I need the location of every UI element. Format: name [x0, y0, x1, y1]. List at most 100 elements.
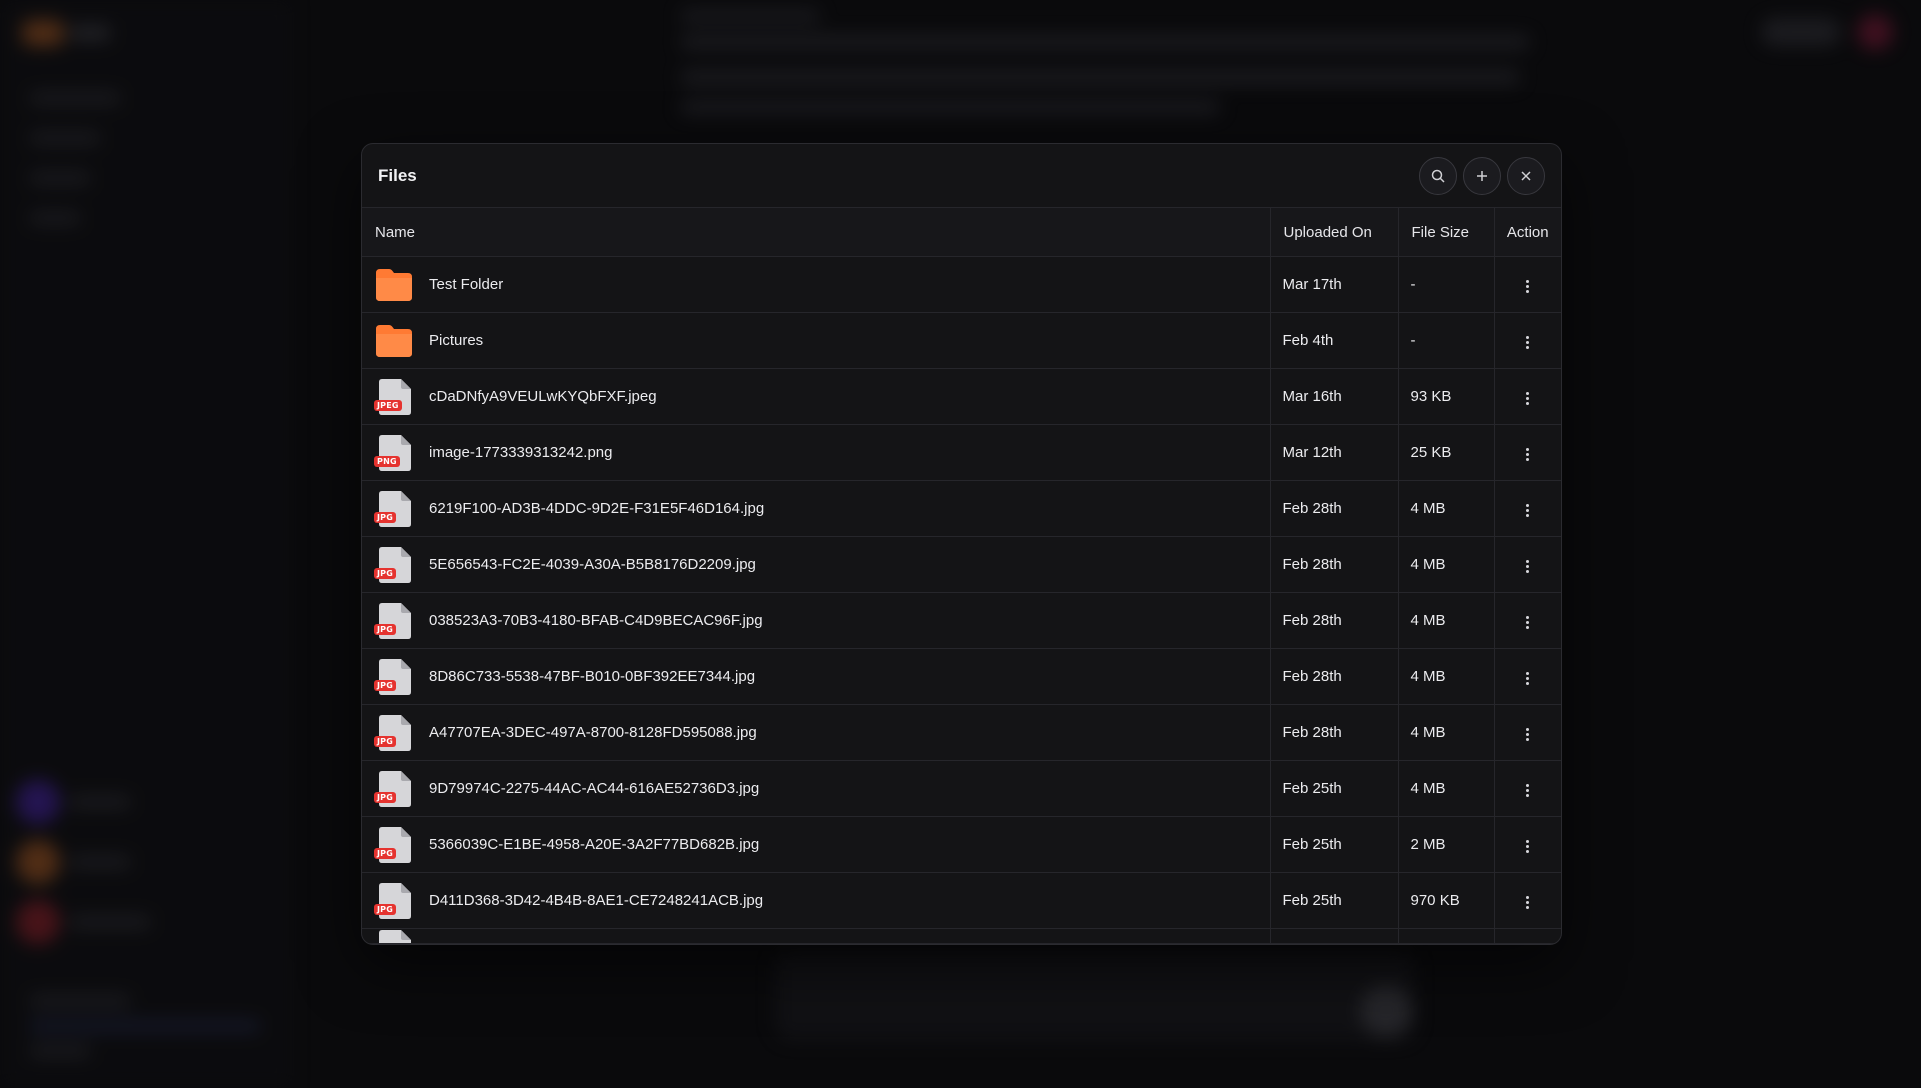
- column-header-name[interactable]: Name: [362, 208, 1270, 257]
- table-row[interactable]: [362, 928, 1561, 944]
- file-icon: JPG: [374, 602, 414, 640]
- file-name[interactable]: 9D79974C-2275-44AC-AC44-616AE52736D3.jpg: [429, 780, 759, 797]
- cell-size: [1397, 928, 1494, 944]
- table-row[interactable]: Pictures Feb 4th -: [362, 312, 1561, 369]
- file-icon: JPG: [374, 826, 414, 864]
- cell-name[interactable]: JPG 6219F100-AD3B-4DDC-9D2E-F31E5F46D164.…: [362, 480, 1270, 537]
- files-table: Name Uploaded On File Size Action Test F…: [362, 208, 1561, 944]
- more-options-icon[interactable]: [1520, 330, 1535, 355]
- cell-name[interactable]: JPG D411D368-3D42-4B4B-8AE1-CE7248241ACB.…: [362, 872, 1270, 929]
- file-icon: PNG: [374, 434, 414, 472]
- table-row[interactable]: Test Folder Mar 17th -: [362, 256, 1561, 313]
- file-name[interactable]: 5366039C-E1BE-4958-A20E-3A2F77BD682B.jpg: [429, 836, 759, 853]
- more-options-icon[interactable]: [1520, 666, 1535, 691]
- cell-size: 2 MB: [1397, 816, 1494, 873]
- cell-uploaded: Feb 28th: [1269, 648, 1398, 705]
- column-header-size[interactable]: File Size: [1397, 208, 1494, 257]
- cell-name[interactable]: JPG A47707EA-3DEC-497A-8700-8128FD595088.…: [362, 704, 1270, 761]
- cell-name[interactable]: JPG 5366039C-E1BE-4958-A20E-3A2F77BD682B.…: [362, 816, 1270, 873]
- more-options-icon[interactable]: [1520, 778, 1535, 803]
- column-header-uploaded[interactable]: Uploaded On: [1269, 208, 1398, 257]
- file-type-badge: JPG: [374, 679, 397, 691]
- file-icon: JPG: [374, 490, 414, 528]
- table-row[interactable]: JPG D411D368-3D42-4B4B-8AE1-CE7248241ACB.…: [362, 872, 1561, 929]
- cell-name[interactable]: JPG 8D86C733-5538-47BF-B010-0BF392EE7344.…: [362, 648, 1270, 705]
- file-icon: JPG: [374, 714, 414, 752]
- cell-name[interactable]: JPG 5E656543-FC2E-4039-A30A-B5B8176D2209.…: [362, 536, 1270, 593]
- file-type-badge: JPG: [374, 847, 397, 859]
- column-header-action: Action: [1493, 208, 1561, 257]
- file-icon: JPG: [374, 770, 414, 808]
- more-options-icon[interactable]: [1520, 498, 1535, 523]
- add-button[interactable]: [1463, 156, 1501, 195]
- file-name[interactable]: 5E656543-FC2E-4039-A30A-B5B8176D2209.jpg: [429, 556, 756, 573]
- cell-size: 970 KB: [1397, 872, 1494, 929]
- file-name[interactable]: 6219F100-AD3B-4DDC-9D2E-F31E5F46D164.jpg: [429, 500, 764, 517]
- more-options-icon[interactable]: [1520, 386, 1535, 411]
- more-options-icon[interactable]: [1520, 722, 1535, 747]
- cell-name[interactable]: Pictures: [362, 312, 1270, 369]
- file-type-badge: JPG: [374, 735, 397, 747]
- cell-action: [1493, 760, 1561, 817]
- cell-action: [1493, 816, 1561, 873]
- table-row[interactable]: JPEG cDaDNfyA9VEULwKYQbFXF.jpeg Mar 16th …: [362, 368, 1561, 425]
- background-sidebar: [0, 0, 291, 1088]
- cell-action: [1493, 648, 1561, 705]
- file-icon: [374, 929, 414, 943]
- cell-size: 4 MB: [1397, 704, 1494, 761]
- cell-name[interactable]: JPEG cDaDNfyA9VEULwKYQbFXF.jpeg: [362, 368, 1270, 425]
- cell-action: [1493, 256, 1561, 313]
- file-name[interactable]: 8D86C733-5538-47BF-B010-0BF392EE7344.jpg: [429, 668, 755, 685]
- cell-size: 93 KB: [1397, 368, 1494, 425]
- table-row[interactable]: JPG 9D79974C-2275-44AC-AC44-616AE52736D3.…: [362, 760, 1561, 817]
- cell-action: [1493, 536, 1561, 593]
- file-name[interactable]: cDaDNfyA9VEULwKYQbFXF.jpeg: [429, 388, 657, 405]
- cell-action: [1493, 424, 1561, 481]
- cell-action: [1493, 312, 1561, 369]
- file-name[interactable]: image-1773339313242.png: [429, 444, 613, 461]
- file-type-badge: PNG: [374, 455, 400, 467]
- cell-uploaded: Mar 16th: [1269, 368, 1398, 425]
- table-row[interactable]: JPG 038523A3-70B3-4180-BFAB-C4D9BECAC96F.…: [362, 592, 1561, 649]
- cell-uploaded: Feb 25th: [1269, 760, 1398, 817]
- file-name[interactable]: A47707EA-3DEC-497A-8700-8128FD595088.jpg: [429, 724, 757, 741]
- cell-size: 25 KB: [1397, 424, 1494, 481]
- table-row[interactable]: JPG A47707EA-3DEC-497A-8700-8128FD595088.…: [362, 704, 1561, 761]
- cell-uploaded: Feb 28th: [1269, 704, 1398, 761]
- cell-action: [1493, 592, 1561, 649]
- file-type-badge: JPG: [374, 511, 397, 523]
- file-name[interactable]: Test Folder: [429, 276, 503, 293]
- more-options-icon[interactable]: [1520, 890, 1535, 915]
- table-row[interactable]: JPG 6219F100-AD3B-4DDC-9D2E-F31E5F46D164.…: [362, 480, 1561, 537]
- file-name[interactable]: D411D368-3D42-4B4B-8AE1-CE7248241ACB.jpg: [429, 892, 763, 909]
- search-button[interactable]: [1419, 156, 1457, 195]
- close-button[interactable]: [1507, 156, 1545, 195]
- cell-name[interactable]: Test Folder: [362, 256, 1270, 313]
- table-row[interactable]: JPG 5366039C-E1BE-4958-A20E-3A2F77BD682B.…: [362, 816, 1561, 873]
- file-icon: JPEG: [374, 378, 414, 416]
- cell-name[interactable]: PNG image-1773339313242.png: [362, 424, 1270, 481]
- file-name[interactable]: Pictures: [429, 332, 483, 349]
- cell-action: [1493, 368, 1561, 425]
- search-icon: [1431, 169, 1445, 183]
- more-options-icon[interactable]: [1520, 274, 1535, 299]
- more-options-icon[interactable]: [1520, 554, 1535, 579]
- table-row[interactable]: PNG image-1773339313242.png Mar 12th 25 K…: [362, 424, 1561, 481]
- file-name[interactable]: 038523A3-70B3-4180-BFAB-C4D9BECAC96F.jpg: [429, 612, 763, 629]
- cell-name[interactable]: JPG 038523A3-70B3-4180-BFAB-C4D9BECAC96F.…: [362, 592, 1270, 649]
- file-icon: JPG: [374, 546, 414, 584]
- cell-size: 4 MB: [1397, 480, 1494, 537]
- file-type-badge: JPG: [374, 791, 397, 803]
- more-options-icon[interactable]: [1520, 442, 1535, 467]
- file-type-badge: JPG: [374, 567, 397, 579]
- table-row[interactable]: JPG 5E656543-FC2E-4039-A30A-B5B8176D2209.…: [362, 536, 1561, 593]
- cell-size: -: [1397, 312, 1494, 369]
- more-options-icon[interactable]: [1520, 610, 1535, 635]
- table-row[interactable]: JPG 8D86C733-5538-47BF-B010-0BF392EE7344.…: [362, 648, 1561, 705]
- cell-size: 4 MB: [1397, 536, 1494, 593]
- cell-action: [1493, 928, 1561, 944]
- cell-uploaded: Feb 4th: [1269, 312, 1398, 369]
- table-header-row: Name Uploaded On File Size Action: [362, 208, 1561, 257]
- cell-name[interactable]: JPG 9D79974C-2275-44AC-AC44-616AE52736D3.…: [362, 760, 1270, 817]
- more-options-icon[interactable]: [1520, 834, 1535, 859]
